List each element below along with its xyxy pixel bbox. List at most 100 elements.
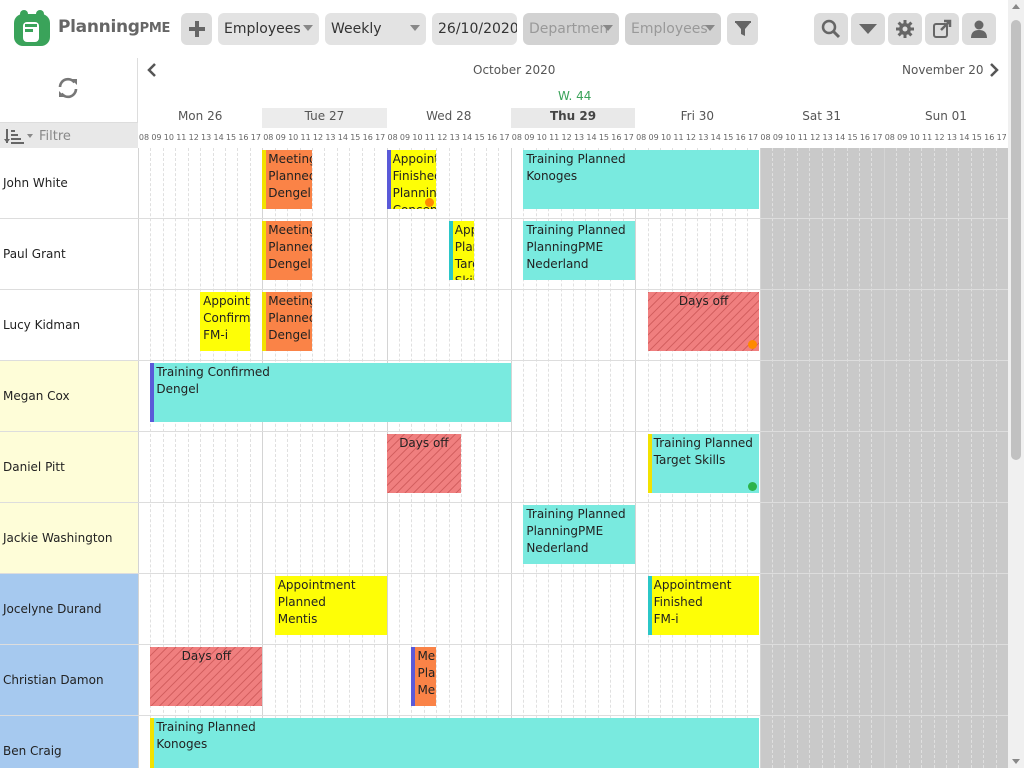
- search-button[interactable]: [814, 13, 848, 45]
- scroll-thumb[interactable]: [1011, 20, 1021, 460]
- appointment-task[interactable]: Appointment Planned Target Skills: [448, 221, 474, 280]
- grid-line: [896, 148, 898, 768]
- task-text: Confirmed: [203, 311, 250, 325]
- filter-input[interactable]: [36, 123, 137, 149]
- refresh-icon[interactable]: [56, 76, 80, 100]
- resource-row[interactable]: Jocelyne Durand: [0, 574, 138, 645]
- grid-line: [858, 148, 860, 768]
- scroll-up-icon[interactable]: [1012, 4, 1020, 9]
- day-label[interactable]: Sat 31: [760, 109, 884, 127]
- training-task[interactable]: Training Confirmed Dengel: [150, 363, 511, 422]
- task-status-bar: [647, 434, 652, 493]
- scroll-down-icon[interactable]: [1012, 759, 1020, 764]
- daysoff-task[interactable]: Days off: [150, 647, 263, 706]
- task-text: Training Planned: [156, 720, 256, 734]
- task-text: Finished: [653, 595, 703, 609]
- day-label[interactable]: Mon 26: [138, 109, 262, 127]
- appointment-task[interactable]: Appointment Planned Mentis: [274, 576, 387, 635]
- training-task[interactable]: Training Planned PlanningPME Nederland: [523, 221, 636, 280]
- training-task[interactable]: Training Planned Konoges: [150, 718, 760, 768]
- meeting-task[interactable]: Meeting Planned Dengel: [262, 292, 313, 351]
- hour-label: 09: [772, 133, 784, 142]
- hour-label: 08: [263, 133, 274, 142]
- grid-line: [945, 148, 947, 768]
- hour-label: 10: [536, 133, 547, 142]
- hour-label: 11: [797, 133, 808, 142]
- hour-label: 13: [822, 133, 833, 142]
- daysoff-task[interactable]: Days off: [647, 292, 760, 351]
- chevron-down-icon: [705, 25, 715, 31]
- training-task[interactable]: Training Planned Konoges: [523, 150, 760, 209]
- resource-row[interactable]: Lucy Kidman: [0, 290, 138, 361]
- appointment-task[interactable]: AppointmentFinishedPlanningConcept: [386, 150, 437, 209]
- department-select[interactable]: Departmen: [523, 13, 619, 45]
- dropdown-button[interactable]: [851, 13, 885, 45]
- hour-label: 16: [238, 133, 249, 142]
- appointment-task[interactable]: Appointment Finished FM-i: [647, 576, 760, 635]
- vertical-scrollbar[interactable]: [1008, 0, 1024, 768]
- task-status-bar: [448, 221, 453, 280]
- resource-row[interactable]: John White: [0, 148, 138, 219]
- training-task[interactable]: Training Planned Target Skills: [647, 434, 760, 493]
- hour-label: 15: [598, 133, 609, 142]
- hour-label: 17: [996, 133, 1007, 142]
- day-label[interactable]: Sun 01: [884, 109, 1008, 127]
- resource-row[interactable]: Jackie Washington: [0, 503, 138, 574]
- hour-label: 14: [710, 133, 721, 142]
- grid-line: [349, 148, 351, 768]
- add-button[interactable]: [181, 13, 212, 45]
- appointment-task[interactable]: Appointment Confirmed FM-i: [200, 292, 250, 351]
- hour-label: 09: [648, 133, 659, 142]
- hour-label: 09: [151, 133, 162, 142]
- date-input[interactable]: 26/10/2020: [432, 13, 517, 45]
- resource-row[interactable]: Daniel Pitt: [0, 432, 138, 503]
- task-text: Meeting: [268, 294, 313, 308]
- task-text: Target: [454, 257, 474, 271]
- task-text: Nederland: [526, 257, 589, 271]
- view-mode-select[interactable]: Weekly: [325, 13, 426, 45]
- row-line: [138, 573, 1008, 574]
- daysoff-task[interactable]: Days off: [386, 434, 462, 493]
- hour-label: 15: [350, 133, 361, 142]
- training-task[interactable]: Training Planned PlanningPME Nederland: [523, 505, 636, 564]
- meeting-task[interactable]: Meeting Planned Dengel: [262, 221, 313, 280]
- hour-label: 11: [300, 133, 311, 142]
- user-button[interactable]: [962, 13, 996, 45]
- planningpme-logo-icon[interactable]: [12, 8, 52, 48]
- resource-type-select[interactable]: Employees: [218, 13, 319, 45]
- resource-row[interactable]: Ben Craig: [0, 716, 138, 768]
- grid-line: [908, 148, 910, 768]
- month-label-next: November 20: [902, 63, 984, 77]
- chevron-right-icon[interactable]: [986, 62, 1002, 78]
- gear-icon: [896, 20, 914, 38]
- task-text: Training Planned: [526, 507, 626, 521]
- employees-filter-select[interactable]: Employees: [625, 13, 721, 45]
- task-text: Meeting: [268, 223, 313, 237]
- task-text: Appointment: [454, 223, 474, 237]
- grid-line: [883, 148, 885, 768]
- task-text: Training Planned: [526, 152, 626, 166]
- task-status-bar: [386, 150, 391, 209]
- chevron-left-icon[interactable]: [144, 62, 160, 78]
- resource-row[interactable]: Megan Cox: [0, 361, 138, 432]
- grid-line: [983, 148, 985, 768]
- settings-button[interactable]: [888, 13, 922, 45]
- meeting-task[interactable]: Meeting Planned Mentis: [411, 647, 437, 706]
- day-label[interactable]: Tue 27: [262, 109, 386, 127]
- export-button[interactable]: [925, 13, 959, 45]
- calendar-header: October 2020 November 20 W. 44 Mon 26 Tue…: [138, 58, 1008, 148]
- hour-label: 08: [760, 133, 771, 142]
- hour-label: 09: [524, 133, 535, 142]
- filter-button[interactable]: [727, 13, 758, 45]
- resource-row[interactable]: Paul Grant: [0, 219, 138, 290]
- hour-label: 16: [735, 133, 746, 142]
- day-label[interactable]: Wed 28: [387, 109, 511, 127]
- day-label[interactable]: Thu 29: [511, 109, 635, 127]
- task-status-bar: [411, 647, 416, 706]
- task-text: Planned: [417, 666, 436, 680]
- day-label[interactable]: Fri 30: [635, 109, 759, 127]
- sort-icon[interactable]: [4, 127, 34, 145]
- hour-label: 08: [636, 133, 647, 142]
- meeting-task[interactable]: Meeting Planned Dengel: [262, 150, 313, 209]
- resource-row[interactable]: Christian Damon: [0, 645, 138, 716]
